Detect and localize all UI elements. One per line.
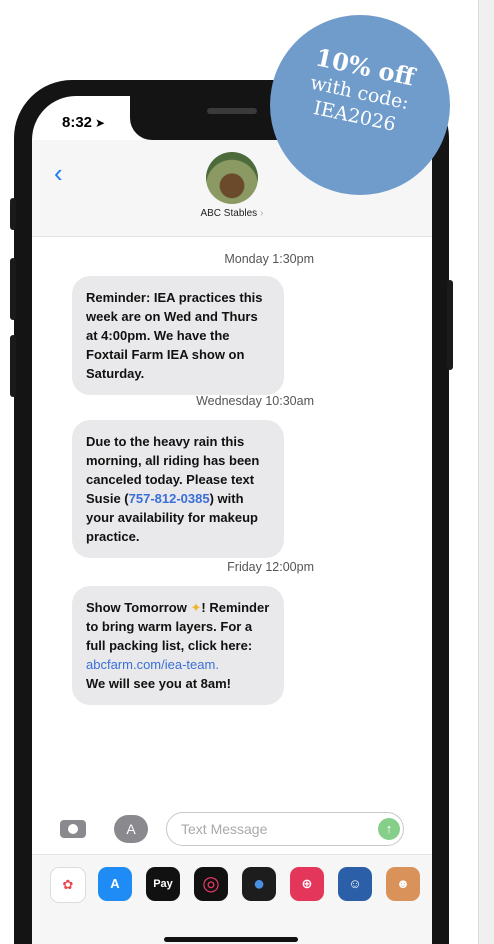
volume-up-button — [10, 258, 16, 320]
message-text: Reminder: IEA practices this week are on… — [86, 290, 263, 381]
home-indicator[interactable] — [164, 937, 298, 942]
phone-link[interactable]: 757-812-0385 — [129, 491, 210, 506]
message-input[interactable]: Text Message — [166, 812, 404, 846]
timestamp: Monday 1:30pm — [224, 252, 314, 266]
app-store-app-icon[interactable]: A — [98, 867, 132, 901]
location-arrow-icon: ➤ — [95, 116, 106, 130]
promo-text-group: 10% off with code: IEA2026 — [264, 35, 456, 147]
volume-down-button — [10, 335, 16, 397]
url-link[interactable]: abcfarm.com/iea-team. — [86, 657, 219, 672]
app-store-icon[interactable]: A — [114, 815, 148, 843]
message-text: Show Tomorrow — [86, 600, 191, 615]
input-placeholder: Text Message — [181, 821, 268, 837]
message-bubble[interactable]: Show Tomorrow ✦! Reminder to bring warm … — [72, 586, 284, 705]
message-bubble[interactable]: Due to the heavy rain this morning, all … — [72, 420, 284, 558]
contact-avatar[interactable] — [206, 152, 258, 204]
timestamp: Friday 12:00pm — [227, 560, 314, 574]
status-time: 8:32 ➤ — [62, 114, 105, 131]
message-bubble[interactable]: Reminder: IEA practices this week are on… — [72, 276, 284, 395]
activity-app-icon[interactable]: ◎ — [194, 867, 228, 901]
message-text: We will see you at 8am! — [86, 676, 231, 691]
timestamp: Wednesday 10:30am — [196, 394, 314, 408]
pay-label: Pay — [153, 878, 173, 890]
page-edge-strip — [478, 0, 494, 944]
promo-badge: 10% off with code: IEA2026 — [270, 15, 450, 195]
power-button — [447, 280, 453, 370]
apple-pay-app-icon[interactable]: Pay — [146, 867, 180, 901]
search-images-app-icon[interactable]: ⊕ — [290, 867, 324, 901]
photos-app-icon[interactable]: ✿ — [50, 867, 86, 903]
music-app-icon[interactable]: ● — [242, 867, 276, 901]
phone-screen: 8:32 ➤ ‹ ABC Stables › Monday 1:30pm Remin… — [32, 96, 432, 944]
back-chevron-icon[interactable]: ‹ — [54, 160, 63, 186]
speaker-grille — [207, 108, 257, 114]
camera-icon[interactable] — [60, 820, 86, 838]
contact-name-text: ABC Stables — [200, 208, 258, 219]
sparkle-icon: ✦ — [190, 600, 202, 615]
contact-name[interactable]: ABC Stables › — [182, 208, 282, 219]
memoji-app-icon[interactable]: ☺ — [338, 867, 372, 901]
time-text: 8:32 — [62, 114, 93, 131]
chevron-right-icon: › — [260, 208, 264, 219]
silent-switch — [10, 198, 16, 230]
send-button[interactable]: ↑ — [378, 818, 400, 840]
app-drawer: ✿ A Pay ◎ ● ⊕ ☺ ☻ — [32, 854, 432, 944]
animoji-app-icon[interactable]: ☻ — [386, 867, 420, 901]
